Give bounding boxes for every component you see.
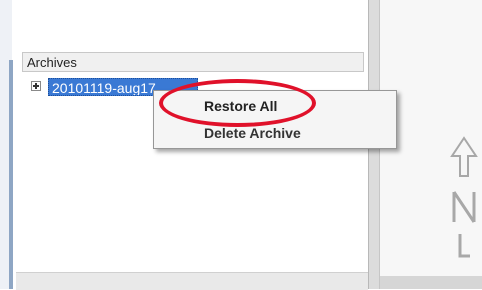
north-arrow-icon [450, 136, 478, 258]
map-panel-footer [380, 276, 482, 289]
restore-all-menu-item[interactable]: Restore All [154, 94, 396, 118]
expand-plus-icon[interactable] [31, 81, 41, 91]
tree-panel-footer [16, 272, 368, 290]
delete-archive-menu-item[interactable]: Delete Archive [154, 121, 396, 145]
left-scroll-edge[interactable] [9, 60, 13, 289]
archives-section-header: Archives [22, 52, 364, 72]
context-menu: Restore All Delete Archive [153, 90, 397, 149]
